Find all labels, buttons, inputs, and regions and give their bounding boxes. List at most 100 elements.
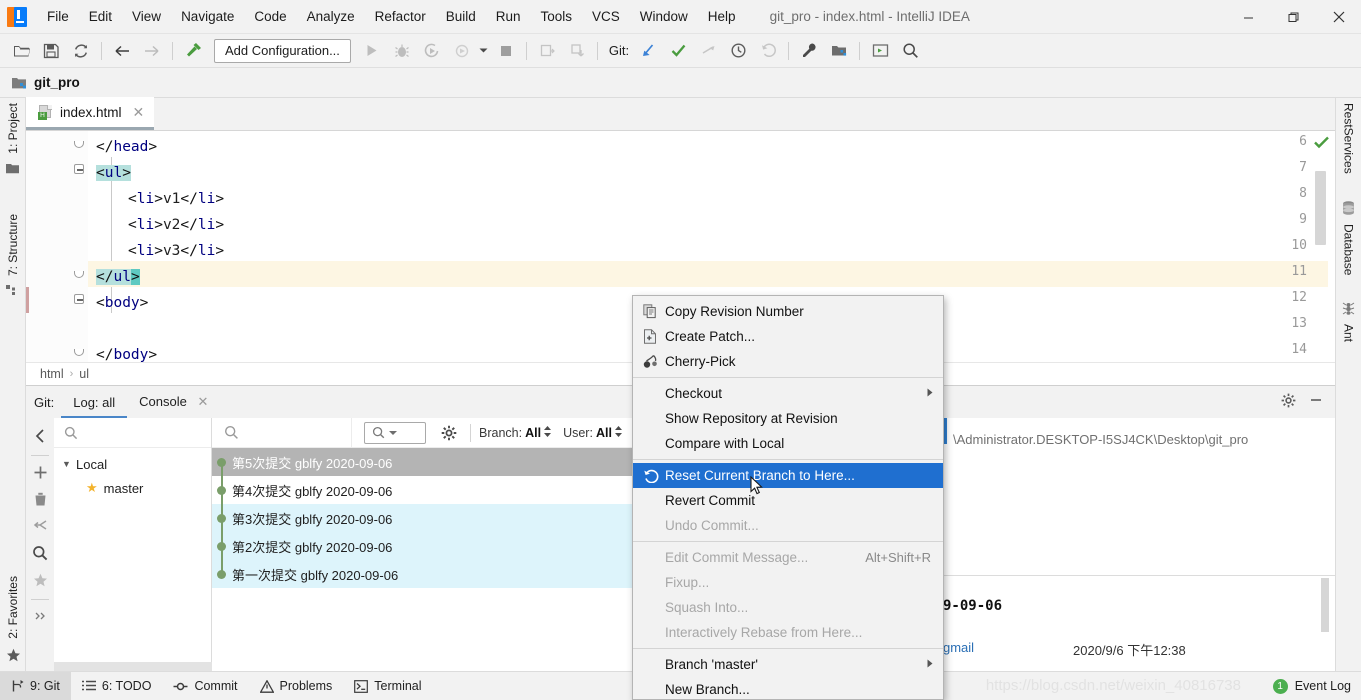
gear-icon[interactable] (1275, 388, 1301, 412)
favorites-star-icon[interactable] (6, 644, 21, 671)
code-line[interactable]: <body> (96, 290, 148, 316)
sidebar-item-favorites[interactable]: 2: Favorites (6, 571, 20, 644)
ant-icon[interactable] (1342, 298, 1355, 319)
status-bar-commit[interactable]: Commit (162, 672, 248, 700)
event-log-button[interactable]: 1 Event Log (1272, 678, 1351, 694)
log-filter-user[interactable]: User: All (563, 426, 622, 440)
code-line[interactable]: <li>v2</li> (128, 212, 224, 238)
updown-arrow-icon[interactable] (614, 426, 622, 439)
context-menu-item-compare-with-local[interactable]: Compare with Local (633, 431, 943, 456)
inspection-ok-icon[interactable] (1314, 135, 1329, 153)
add-configuration-button[interactable]: Add Configuration... (214, 38, 351, 63)
maximize-restore-button[interactable] (1271, 0, 1316, 34)
tree-node-master[interactable]: ★ master (54, 476, 211, 500)
sidebar-item-structure[interactable]: 7: Structure (6, 209, 20, 281)
code-line[interactable]: <li>v1</li> (128, 186, 224, 212)
terminal-icon[interactable] (865, 38, 895, 64)
database-icon[interactable] (1342, 197, 1355, 219)
status-bar-problems[interactable]: Problems (249, 672, 344, 700)
breadcrumb-item[interactable]: html (40, 367, 64, 381)
chevron-down-icon[interactable]: ▼ (62, 459, 76, 469)
search-icon[interactable] (28, 541, 52, 565)
log-search-field[interactable] (212, 418, 352, 448)
context-menu-item-branch-master[interactable]: Branch 'master' (633, 652, 943, 677)
context-menu-item-show-repository-at-revision[interactable]: Show Repository at Revision (633, 406, 943, 431)
context-menu-item-checkout[interactable]: Checkout (633, 381, 943, 406)
editor-tab-index-html[interactable]: H index.html ✕ (26, 97, 155, 130)
git-update-icon[interactable] (633, 38, 663, 64)
log-filter-branch[interactable]: Branch: All (479, 426, 552, 440)
git-commit-check-icon[interactable] (663, 38, 693, 64)
project-name[interactable]: git_pro (34, 75, 80, 90)
save-icon[interactable] (36, 38, 66, 64)
code-line[interactable]: </head> (96, 134, 157, 160)
context-menu-item-revert-commit[interactable]: Revert Commit (633, 488, 943, 513)
tab-log-all[interactable]: Log: all (61, 395, 128, 418)
build-hammer-icon[interactable] (178, 38, 208, 64)
tab-console[interactable]: Console ✕ (127, 394, 220, 418)
settings-wrench-icon[interactable] (794, 38, 824, 64)
project-structure-icon[interactable] (824, 38, 854, 64)
menu-item-refactor[interactable]: Refactor (365, 7, 436, 26)
structure-icon[interactable] (5, 281, 20, 301)
log-filter-search-box[interactable] (364, 421, 426, 444)
menu-item-view[interactable]: View (122, 7, 171, 26)
open-folder-icon[interactable] (6, 38, 36, 64)
collapse-all-icon[interactable] (28, 514, 52, 538)
collapse-left-icon[interactable] (28, 424, 52, 448)
menu-item-build[interactable]: Build (436, 7, 486, 26)
fold-end-icon[interactable] (74, 346, 85, 357)
code-line[interactable]: <ul> (96, 160, 131, 186)
context-menu-item-copy-revision-number[interactable]: Copy Revision Number (633, 299, 943, 324)
code-line[interactable] (96, 316, 105, 342)
add-icon[interactable] (28, 460, 52, 484)
context-menu-item-cherry-pick[interactable]: Cherry-Pick (633, 349, 943, 374)
menu-item-vcs[interactable]: VCS (582, 7, 630, 26)
sidebar-item-restservices[interactable]: RestServices (1342, 98, 1356, 179)
fold-end-icon[interactable] (74, 268, 85, 279)
chevron-down-icon[interactable] (477, 38, 491, 64)
detail-scrollbar-thumb[interactable] (1321, 578, 1329, 632)
close-icon[interactable]: ✕ (133, 104, 145, 121)
git-history-icon[interactable] (723, 38, 753, 64)
fold-collapse-icon[interactable] (74, 164, 85, 175)
commit-context-menu[interactable]: Copy Revision Number Create Patch... Cherr… (632, 295, 944, 700)
menu-item-navigate[interactable]: Navigate (171, 7, 244, 26)
context-menu-item-new-branch[interactable]: New Branch... (633, 677, 943, 699)
menu-item-file[interactable]: File (37, 7, 79, 26)
minimize-panel-icon[interactable] (1303, 388, 1329, 412)
favorites-star-icon[interactable] (28, 568, 52, 592)
sidebar-item-database[interactable]: Database (1342, 219, 1356, 280)
menu-item-help[interactable]: Help (698, 7, 746, 26)
branch-search-field[interactable] (54, 418, 211, 448)
menu-item-window[interactable]: Window (630, 7, 698, 26)
back-arrow-icon[interactable] (107, 38, 137, 64)
context-menu-item-create-patch[interactable]: Create Patch... (633, 324, 943, 349)
more-options-icon[interactable] (28, 604, 52, 628)
tree-node-local[interactable]: ▼ Local (54, 452, 211, 476)
menu-item-analyze[interactable]: Analyze (297, 7, 365, 26)
sync-icon[interactable] (66, 38, 96, 64)
search-everywhere-icon[interactable] (895, 38, 925, 64)
log-settings-gear-icon[interactable] (436, 421, 462, 445)
delete-trash-icon[interactable] (28, 487, 52, 511)
menu-item-edit[interactable]: Edit (79, 7, 122, 26)
minimize-button[interactable] (1226, 0, 1271, 34)
code-line[interactable]: </ul> (96, 264, 140, 290)
status-bar-9-git[interactable]: 9: Git (0, 671, 71, 700)
close-button[interactable] (1316, 0, 1361, 34)
close-icon[interactable]: ✕ (197, 394, 208, 409)
status-bar-terminal[interactable]: Terminal (343, 672, 432, 700)
menu-item-tools[interactable]: Tools (531, 7, 583, 26)
fold-collapse-icon[interactable] (74, 294, 85, 305)
breadcrumb-item[interactable]: ul (79, 367, 89, 381)
fold-end-icon[interactable] (74, 138, 85, 149)
sidebar-item-project[interactable]: 1: Project (6, 98, 20, 159)
status-bar-6-todo[interactable]: 6: TODO (71, 672, 163, 700)
context-menu-item-reset-current-branch-to-here[interactable]: Reset Current Branch to Here... (633, 463, 943, 488)
menu-item-run[interactable]: Run (486, 7, 531, 26)
project-folder-small-icon[interactable] (5, 159, 20, 179)
sidebar-item-ant[interactable]: Ant (1342, 319, 1356, 347)
editor-scrollbar-thumb[interactable] (1315, 171, 1326, 245)
updown-arrow-icon[interactable] (544, 426, 552, 439)
